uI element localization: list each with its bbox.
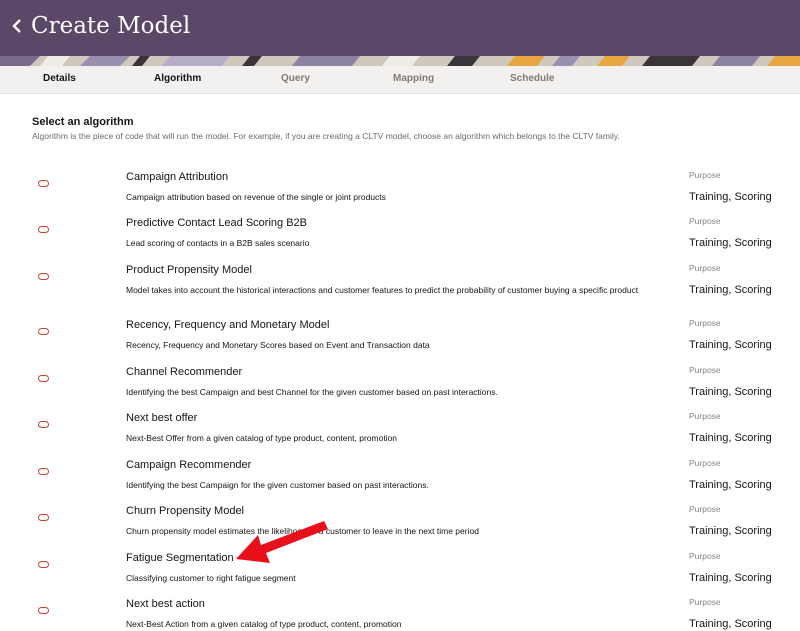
algorithm-radio[interactable] <box>38 468 49 475</box>
chevron-left-icon[interactable] <box>10 11 30 41</box>
algorithm-radio[interactable] <box>38 375 49 382</box>
tab-mapping[interactable]: Mapping <box>393 66 434 94</box>
algorithm-name: Fatigue Segmentation <box>126 552 234 564</box>
algorithm-description: Campaign attribution based on revenue of… <box>126 192 386 202</box>
algorithm-description: Identifying the best Campaign and best C… <box>126 387 498 397</box>
algorithm-description: Recency, Frequency and Monetary Scores b… <box>126 340 430 350</box>
algorithm-radio[interactable] <box>38 561 49 568</box>
decorative-banner <box>0 56 800 66</box>
tab-algorithm[interactable]: Algorithm <box>154 66 201 94</box>
section-description: Algorithm is the piece of code that will… <box>32 131 620 141</box>
tab-schedule[interactable]: Schedule <box>510 66 554 94</box>
purpose-value: Training, Scoring <box>689 618 772 630</box>
purpose-value: Training, Scoring <box>689 191 772 203</box>
tab-details[interactable]: Details <box>43 66 76 94</box>
purpose-label: Purpose <box>689 318 721 328</box>
algorithm-row: Next best offer Next-Best Offer from a g… <box>0 407 800 453</box>
algorithm-radio[interactable] <box>38 273 49 280</box>
algorithm-name: Recency, Frequency and Monetary Model <box>126 319 330 331</box>
algorithm-row: Fatigue Segmentation Classifying custome… <box>0 547 800 593</box>
algorithm-row: Next best action Next-Best Action from a… <box>0 593 800 631</box>
purpose-label: Purpose <box>689 411 721 421</box>
back-button[interactable] <box>10 11 30 41</box>
purpose-value: Training, Scoring <box>689 525 772 537</box>
algorithm-radio[interactable] <box>38 180 49 187</box>
algorithm-name: Channel Recommender <box>126 366 243 378</box>
purpose-label: Purpose <box>689 504 721 514</box>
purpose-label: Purpose <box>689 597 721 607</box>
purpose-label: Purpose <box>689 216 721 226</box>
algorithm-name: Churn Propensity Model <box>126 505 245 517</box>
header-bar: Create Model <box>0 0 800 56</box>
algorithm-description: Next-Best Action from a given catalog of… <box>126 619 402 629</box>
page-title: Create Model <box>31 13 191 39</box>
algorithm-radio[interactable] <box>38 421 49 428</box>
purpose-label: Purpose <box>689 365 721 375</box>
tab-query[interactable]: Query <box>281 66 310 94</box>
algorithm-description: Next-Best Offer from a given catalog of … <box>126 433 398 443</box>
algorithm-name: Predictive Contact Lead Scoring B2B <box>126 217 307 229</box>
purpose-label: Purpose <box>689 551 721 561</box>
algorithm-radio[interactable] <box>38 514 49 521</box>
algorithm-description: Identifying the best Campaign for the gi… <box>126 480 429 490</box>
purpose-label: Purpose <box>689 458 721 468</box>
algorithm-description: Churn propensity model estimates the lik… <box>126 526 479 536</box>
algorithm-name: Next best action <box>126 598 205 610</box>
algorithm-name: Product Propensity Model <box>126 264 252 276</box>
algorithm-row: Product Propensity Model Model takes int… <box>0 259 800 314</box>
algorithm-description: Classifying customer to right fatigue se… <box>126 573 296 583</box>
wizard-tabs: Details Algorithm Query Mapping Schedule <box>0 66 800 94</box>
algorithm-row: Channel Recommender Identifying the best… <box>0 361 800 407</box>
algorithm-row: Campaign Recommender Identifying the bes… <box>0 454 800 500</box>
purpose-value: Training, Scoring <box>689 237 772 249</box>
algorithm-radio[interactable] <box>38 328 49 335</box>
red-arrow-annotation-icon <box>230 515 330 575</box>
purpose-value: Training, Scoring <box>689 339 772 351</box>
algorithm-radio[interactable] <box>38 226 49 233</box>
algorithm-row: Predictive Contact Lead Scoring B2B Lead… <box>0 212 800 258</box>
algorithm-name: Campaign Attribution <box>126 171 229 183</box>
section-title: Select an algorithm <box>32 116 134 128</box>
algorithm-description: Lead scoring of contacts in a B2B sales … <box>126 238 310 248</box>
algorithm-row: Campaign Attribution Campaign attributio… <box>0 166 800 212</box>
algorithm-row: Churn Propensity Model Churn propensity … <box>0 500 800 546</box>
algorithm-description: Model takes into account the historical … <box>126 285 639 295</box>
algorithm-radio[interactable] <box>38 607 49 614</box>
algorithm-name: Next best offer <box>126 412 198 424</box>
algorithm-name: Campaign Recommender <box>126 459 252 471</box>
purpose-value: Training, Scoring <box>689 432 772 444</box>
purpose-value: Training, Scoring <box>689 386 772 398</box>
purpose-value: Training, Scoring <box>689 284 772 296</box>
purpose-value: Training, Scoring <box>689 479 772 491</box>
purpose-label: Purpose <box>689 263 721 273</box>
purpose-label: Purpose <box>689 170 721 180</box>
algorithm-row: Recency, Frequency and Monetary Model Re… <box>0 314 800 360</box>
purpose-value: Training, Scoring <box>689 572 772 584</box>
